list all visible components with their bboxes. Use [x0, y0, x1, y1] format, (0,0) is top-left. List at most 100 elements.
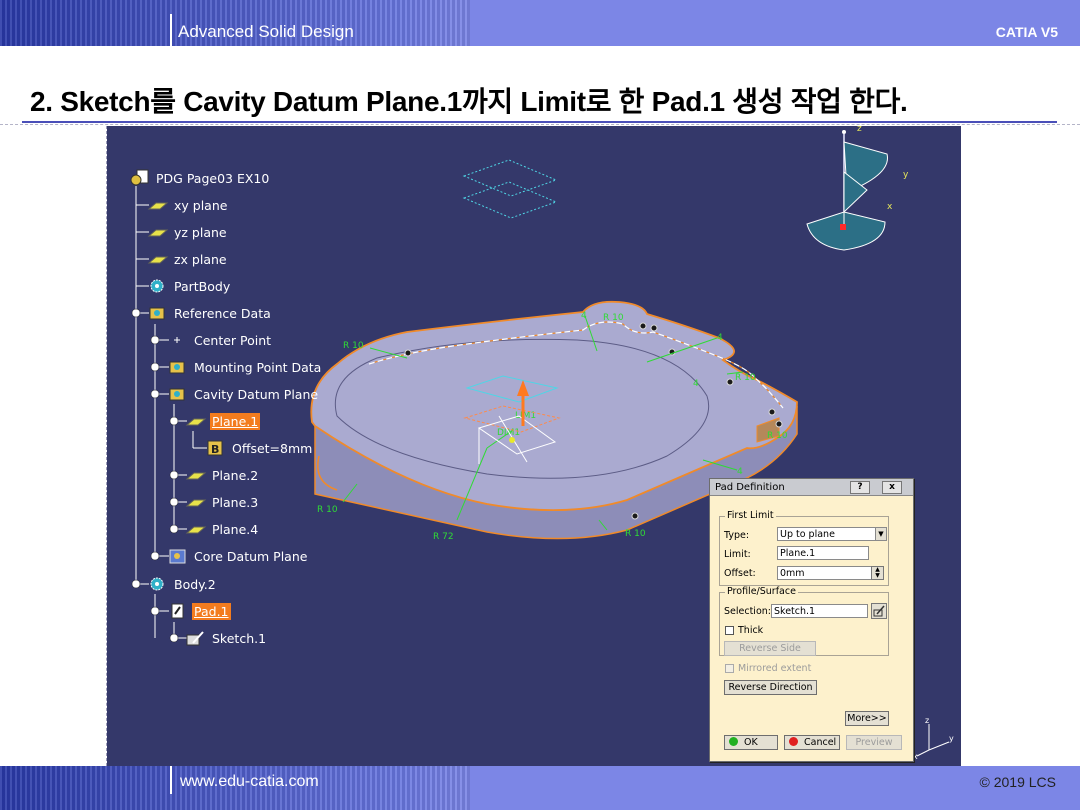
- tree-item-plane4[interactable]: Plane.4: [185, 519, 260, 539]
- tree-item-body2[interactable]: Body.2: [147, 574, 218, 594]
- sketcher-icon[interactable]: [871, 603, 887, 619]
- tree-item-reference-data-label: Reference Data: [174, 305, 271, 321]
- svg-text:R 10: R 10: [603, 313, 624, 323]
- parameter-icon: B: [205, 439, 227, 457]
- tree-item-plane2[interactable]: Plane.2: [185, 465, 260, 485]
- tree-item-center-point[interactable]: Center Point: [167, 330, 273, 350]
- tree-item-plane4-label: Plane.4: [212, 521, 259, 537]
- type-select-value: Up to plane: [780, 529, 835, 540]
- header-divider: [170, 14, 172, 46]
- plane-icon: [147, 196, 169, 214]
- offset-spinner[interactable]: ▲ ▼: [871, 566, 884, 580]
- cancel-button[interactable]: Cancel: [784, 735, 840, 750]
- tree-item-partbody-label: PartBody: [174, 278, 231, 294]
- compass-x-label: x: [887, 202, 893, 212]
- selection-field[interactable]: Sketch.1: [771, 604, 868, 618]
- tree-item-body2-label: Body.2: [174, 576, 216, 592]
- cancel-icon: [789, 737, 798, 746]
- tree-item-pad1-label: Pad.1: [192, 602, 231, 620]
- tree-item-plane3-label: Plane.3: [212, 494, 259, 510]
- reverse-direction-button[interactable]: Reverse Direction: [724, 680, 817, 695]
- svg-text:4: 4: [581, 311, 587, 321]
- reference-plane-symbol: [462, 159, 558, 219]
- dialog-titlebar[interactable]: Pad Definition ? x: [710, 479, 913, 496]
- geometrical-set-icon: [167, 385, 189, 403]
- thick-checkbox[interactable]: [725, 626, 734, 635]
- tree-root[interactable]: PDG Page03 EX10: [129, 168, 271, 188]
- selection-label: Selection:: [724, 606, 771, 617]
- tree-item-plane1[interactable]: Plane.1: [185, 411, 261, 431]
- tree-item-center-point-label: Center Point: [194, 332, 272, 348]
- product-name: CATIA V5: [995, 24, 1058, 40]
- pad-icon: [167, 602, 189, 620]
- tree-item-yz-plane[interactable]: yz plane: [147, 222, 229, 242]
- tree-item-yz-plane-label: yz plane: [174, 224, 227, 240]
- ok-button[interactable]: OK: [724, 735, 778, 750]
- slide-title: 2. Sketch를 Cavity Datum Plane.1까지 Limit로…: [30, 86, 908, 117]
- cancel-label: Cancel: [804, 737, 837, 748]
- tree-item-cavity-datum-plane[interactable]: Cavity Datum Plane: [167, 384, 320, 404]
- plane-icon: [185, 493, 207, 511]
- plane-icon: [147, 250, 169, 268]
- footer-divider: [170, 766, 172, 794]
- preview-button[interactable]: Preview: [846, 735, 902, 750]
- course-title: Advanced Solid Design: [178, 22, 354, 41]
- footer-copyright: © 2019 LCS: [979, 774, 1056, 790]
- ok-icon: [729, 737, 738, 746]
- title-underline: [22, 121, 1057, 123]
- tree-item-core-datum-plane[interactable]: Core Datum Plane: [167, 546, 309, 566]
- mini-axis-y-label: y: [949, 734, 954, 743]
- type-select[interactable]: Up to plane ▼: [777, 527, 887, 541]
- tree-item-core-datum-plane-label: Core Datum Plane: [194, 548, 308, 564]
- offset-field[interactable]: 0mm: [777, 566, 873, 580]
- compass-y-label: y: [903, 170, 909, 180]
- svg-text:4: 4: [737, 467, 743, 477]
- tree-item-reference-data[interactable]: Reference Data: [147, 303, 273, 323]
- limit-label: Limit:: [724, 549, 751, 560]
- close-button[interactable]: x: [882, 481, 902, 494]
- dialog-title: Pad Definition: [715, 482, 785, 493]
- body-gear-icon: [147, 277, 169, 295]
- compass-z-label: z: [857, 126, 862, 134]
- svg-text:R 10: R 10: [767, 431, 788, 441]
- first-limit-label: First Limit: [725, 510, 776, 521]
- tree-item-plane2-label: Plane.2: [212, 467, 259, 483]
- footer-url[interactable]: www.edu-catia.com: [180, 773, 319, 791]
- tree-item-mounting-point-data[interactable]: Mounting Point Data: [167, 357, 323, 377]
- pad-definition-dialog[interactable]: Pad Definition ? x First Limit Type: Up …: [709, 478, 914, 762]
- plane-icon: [185, 520, 207, 538]
- plane-icon: [185, 466, 207, 484]
- svg-text:B: B: [211, 443, 219, 456]
- tree-item-xy-plane[interactable]: xy plane: [147, 195, 229, 215]
- more-button[interactable]: More>>: [845, 711, 889, 726]
- help-button[interactable]: ?: [850, 481, 870, 494]
- mirrored-extent-checkbox[interactable]: [725, 664, 734, 673]
- ok-label: OK: [744, 737, 758, 748]
- tree-item-zx-plane-label: zx plane: [174, 251, 227, 267]
- mirrored-extent-label: Mirrored extent: [738, 663, 812, 674]
- svg-text:4: 4: [693, 379, 699, 389]
- chevron-down-icon[interactable]: ▼: [875, 528, 886, 540]
- tree-item-sketch1[interactable]: Sketch.1: [185, 628, 268, 648]
- thick-label: Thick: [738, 625, 764, 636]
- limit-field[interactable]: Plane.1: [777, 546, 869, 560]
- compass[interactable]: [806, 130, 888, 251]
- plane-icon: [147, 223, 169, 241]
- compass-origin: [840, 224, 846, 230]
- tree-item-pad1[interactable]: Pad.1: [167, 601, 231, 621]
- tree-item-plane3[interactable]: Plane.3: [185, 492, 260, 512]
- mini-axis: [916, 724, 950, 757]
- guide-line-horizontal: [0, 124, 1080, 125]
- tree-item-mounting-point-data-label: Mounting Point Data: [194, 359, 322, 375]
- svg-text:R 10: R 10: [625, 529, 646, 539]
- point-icon: [167, 331, 189, 349]
- tree-item-offset-parameter[interactable]: B Offset=8mm: [205, 438, 314, 458]
- plane-icon: [185, 412, 207, 430]
- geometrical-set-icon: [167, 358, 189, 376]
- tree-item-partbody[interactable]: PartBody: [147, 276, 232, 296]
- tree-item-plane1-label: Plane.1: [210, 412, 261, 430]
- reverse-side-button[interactable]: Reverse Side: [724, 641, 816, 656]
- tree-item-cavity-datum-plane-label: Cavity Datum Plane: [194, 386, 319, 402]
- tree-item-zx-plane[interactable]: zx plane: [147, 249, 229, 269]
- sketch-icon: [185, 629, 207, 647]
